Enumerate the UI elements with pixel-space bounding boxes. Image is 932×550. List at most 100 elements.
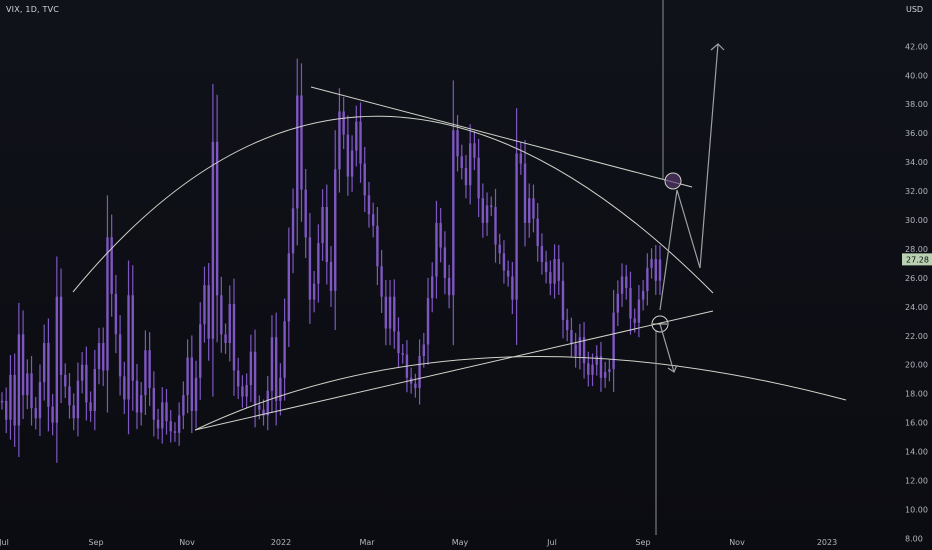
price-bar-body <box>334 169 337 291</box>
price-bar-body <box>511 276 514 300</box>
price-tick-label: 16.00 <box>905 419 928 428</box>
price-bar-body <box>38 382 42 419</box>
price-bar-body <box>397 331 400 354</box>
price-bar-body <box>169 421 172 432</box>
price-axis-unit: USD <box>906 5 923 14</box>
price-tick-label: 14.00 <box>905 448 928 457</box>
time-tick-label: Sep <box>88 538 103 547</box>
price-bar-body <box>443 247 447 278</box>
time-tick-label: Nov <box>179 538 195 547</box>
price-bar-body <box>258 405 261 410</box>
price-bar-body <box>342 111 345 135</box>
price-bar-body <box>532 198 535 219</box>
price-bar-body <box>515 153 518 300</box>
price-bar-body <box>144 350 147 396</box>
price-bar-body <box>211 141 215 339</box>
price-bar-body <box>59 296 63 375</box>
price-bar-body <box>608 369 611 372</box>
price-bar-body <box>371 214 375 226</box>
price-bar-body <box>249 351 253 385</box>
chart-area[interactable]: VIX, 1D, TVC 8.00 10.00 12.00 14.00 16.00 18.… <box>0 0 932 550</box>
price-bar-body <box>228 303 231 344</box>
price-tick-label: 12.00 <box>905 477 928 486</box>
time-axis[interactable]: Jul Sep Nov 2022 Mar May Jul Sep Nov 2023 <box>0 538 837 547</box>
time-tick-label: Jul <box>0 538 9 547</box>
price-bar-body <box>426 298 430 345</box>
price-bar-body <box>338 111 341 170</box>
price-bar-body <box>431 276 434 299</box>
last-price-tag: 27.28 <box>902 253 932 266</box>
price-bar-body <box>42 343 46 383</box>
upper-marker-circle <box>664 172 682 190</box>
price-bar-body <box>646 267 649 291</box>
price-bar-body <box>384 296 388 329</box>
price-bar-body <box>232 303 236 371</box>
price-bar-body <box>494 206 497 245</box>
price-bar-body <box>422 344 425 357</box>
price-bar-body <box>80 364 84 381</box>
price-bar-body <box>641 290 645 300</box>
price-bar-body <box>68 386 71 406</box>
price-bar-body <box>51 406 54 423</box>
price-bar-body <box>114 293 118 335</box>
price-tick-label: 38.00 <box>905 100 928 109</box>
time-tick-label: May <box>452 538 469 547</box>
price-bar-body <box>380 266 383 297</box>
price-bar-body <box>477 157 480 199</box>
price-bar-body <box>173 431 177 433</box>
price-bar-body <box>312 283 316 300</box>
price-bar-body <box>304 189 307 238</box>
price-bar-body <box>439 222 442 248</box>
price-tick-label: 36.00 <box>905 129 928 138</box>
top-arc <box>72 115 714 294</box>
price-bar-body <box>190 357 194 412</box>
price-bar-body <box>270 337 274 391</box>
price-bar-body <box>300 95 303 190</box>
price-bar-body <box>561 280 565 320</box>
price-bar-body <box>127 295 130 400</box>
price-bar-body <box>620 276 624 294</box>
price-bar-body <box>460 156 463 168</box>
price-bar-body <box>93 369 96 412</box>
price-axis[interactable]: 8.00 10.00 12.00 14.00 16.00 18.00 20.00 22.00 2… <box>905 42 928 543</box>
price-bar-body <box>182 395 185 416</box>
price-bar-body <box>536 218 539 247</box>
price-bar-body <box>468 143 472 186</box>
price-bar-body <box>102 343 105 371</box>
price-bar-body <box>21 334 25 396</box>
price-bar-body <box>587 363 590 375</box>
price-bar-body <box>9 374 12 420</box>
price-bar-body <box>578 337 582 357</box>
price-bar-body <box>123 376 126 400</box>
price-bar-body <box>17 334 21 426</box>
price-tick-label: 40.00 <box>905 71 928 80</box>
price-tick-label: 24.00 <box>905 303 928 312</box>
price-bar-body <box>287 253 291 322</box>
price-bar-body <box>148 350 151 388</box>
price-bar-body <box>279 377 282 401</box>
price-bar-body <box>574 344 577 357</box>
price-bar-body <box>629 288 632 319</box>
price-bar-body <box>72 405 75 419</box>
price-bar-body <box>0 400 4 403</box>
price-bar-body <box>207 285 210 339</box>
price-bar-body <box>464 167 468 186</box>
price-bar-body <box>296 95 299 209</box>
time-tick-label: Jul <box>546 538 557 547</box>
price-bar-body <box>118 334 122 377</box>
price-bar-body <box>355 121 358 151</box>
price-bar-body <box>266 390 269 416</box>
price-bar-body <box>165 402 168 422</box>
price-bar-body <box>253 351 257 406</box>
price-bar-body <box>215 141 219 296</box>
price-bar-body <box>414 383 417 388</box>
price-bar-body <box>553 259 556 284</box>
price-bar-body <box>523 163 527 223</box>
price-bar-body <box>283 321 286 378</box>
price-bar-body <box>203 285 206 325</box>
price-chart[interactable]: 8.00 10.00 12.00 14.00 16.00 18.00 20.00 22.00 2… <box>0 0 932 550</box>
price-bar-body <box>633 318 636 323</box>
price-bar-body <box>637 299 641 323</box>
last-price-value: 27.28 <box>906 255 929 264</box>
price-bar-body <box>625 276 628 289</box>
